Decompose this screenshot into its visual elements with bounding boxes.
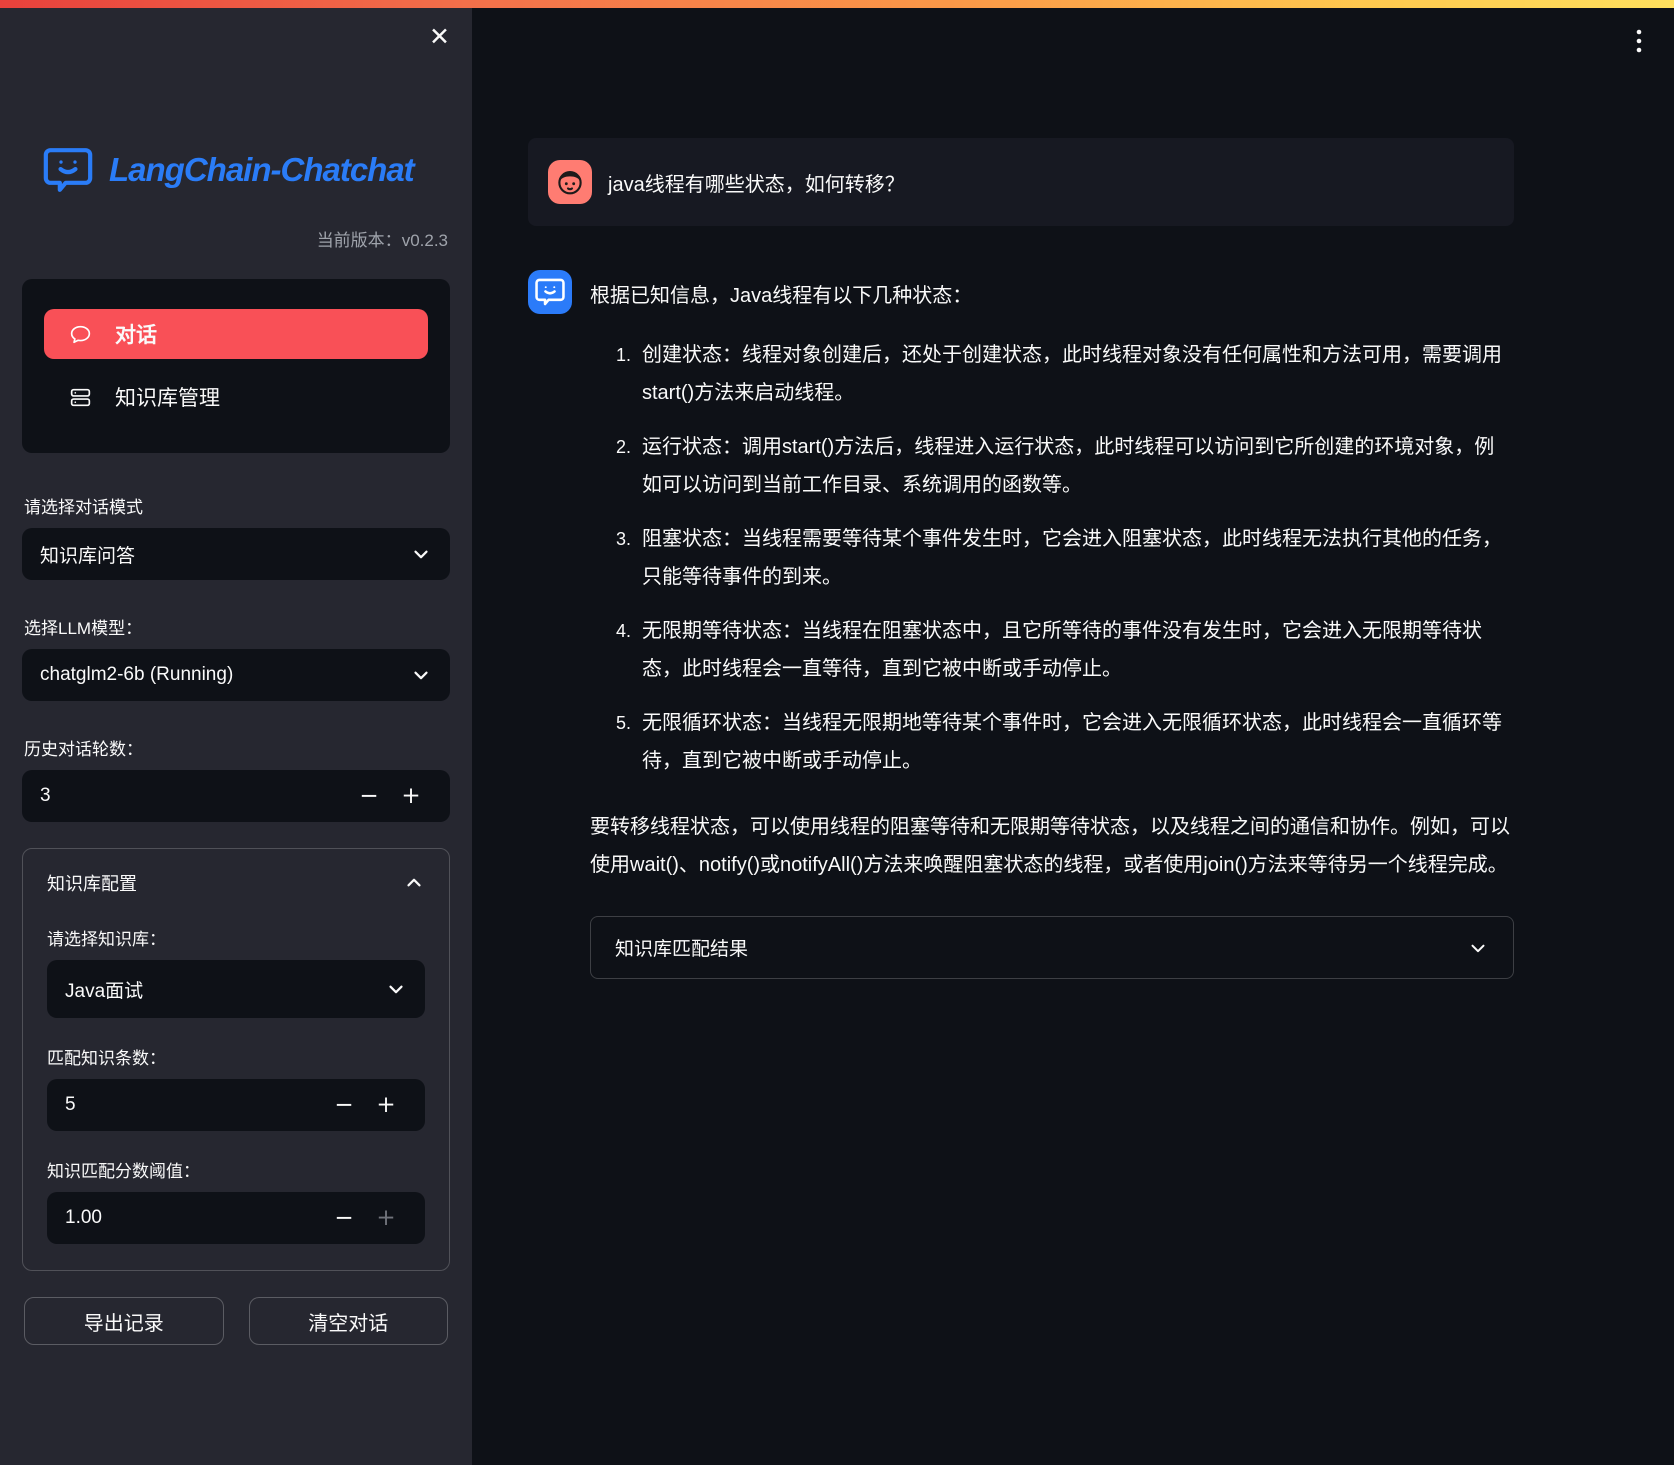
assistant-intro-text: 根据已知信息，Java线程有以下几种状态：	[590, 279, 1514, 308]
assistant-chat-bubble-icon	[533, 275, 567, 309]
kb-match-result-expander[interactable]: 知识库匹配结果	[590, 916, 1514, 979]
kb-config-expander-header[interactable]: 知识库配置	[23, 867, 449, 899]
list-item: 运行状态：调用start()方法后，线程进入运行状态，此时线程可以访问到它所创建…	[636, 428, 1514, 504]
user-avatar	[548, 160, 592, 204]
chat-column: java线程有哪些状态，如何转移？ 根据已知信息，Java线程有以下几种状态： …	[528, 138, 1514, 979]
dialog-mode-select[interactable]: 知识库问答	[22, 528, 450, 580]
kb-select-value: Java面试	[65, 976, 143, 1003]
nav-menu: 对话 知识库管理	[22, 279, 450, 453]
sidebar: ✕ LangChain-Chatchat 当前版本：v0.2.3 对话	[0, 8, 472, 1465]
logo-chat-bubble-icon	[40, 142, 96, 198]
minus-button[interactable]: −	[323, 1092, 365, 1118]
nav-item-kb-management[interactable]: 知识库管理	[44, 379, 428, 415]
assistant-message-body: 根据已知信息，Java线程有以下几种状态： 创建状态：线程对象创建后，还处于创建…	[590, 270, 1514, 979]
chat-message-user: java线程有哪些状态，如何转移？	[528, 138, 1514, 226]
plus-button[interactable]: +	[390, 783, 432, 809]
kb-match-result-label: 知识库匹配结果	[615, 934, 748, 961]
nav-item-label: 知识库管理	[115, 382, 220, 412]
list-item: 无限期等待状态：当线程在阻塞状态中，且它所等待的事件没有发生时，它会进入无限期等…	[636, 612, 1514, 688]
minus-button[interactable]: −	[348, 783, 390, 809]
plus-button[interactable]: +	[365, 1205, 407, 1231]
chat-main: java线程有哪些状态，如何转移？ 根据已知信息，Java线程有以下几种状态： …	[472, 8, 1674, 1465]
clear-dialogue-button[interactable]: 清空对话	[249, 1297, 449, 1345]
kb-select[interactable]: Java面试	[47, 960, 425, 1018]
minus-button[interactable]: −	[323, 1205, 365, 1231]
app-logo: LangChain-Chatchat	[40, 142, 452, 198]
llm-model-label: 选择LLM模型：	[24, 614, 448, 639]
top-k-value[interactable]: 5	[65, 1094, 323, 1116]
user-message-text: java线程有哪些状态，如何转移？	[608, 168, 905, 197]
list-item: 阻塞状态：当线程需要等待某个事件发生时，它会进入阻塞状态，此时线程无法执行其他的…	[636, 520, 1514, 596]
chat-message-assistant: 根据已知信息，Java线程有以下几种状态： 创建状态：线程对象创建后，还处于创建…	[528, 270, 1514, 979]
logo-text: LangChain-Chatchat	[109, 151, 414, 189]
score-threshold-stepper[interactable]: 1.00 − +	[47, 1192, 425, 1244]
assistant-outro-text: 要转移线程状态，可以使用线程的阻塞等待和无限期等待状态，以及线程之间的通信和协作…	[590, 808, 1514, 884]
llm-model-value: chatglm2-6b (Running)	[40, 664, 233, 686]
user-face-icon	[553, 165, 587, 199]
version-label: 当前版本：	[317, 231, 402, 250]
dialog-mode-label: 请选择对话模式	[24, 493, 448, 518]
list-item: 创建状态：线程对象创建后，还处于创建状态，此时线程对象没有任何属性和方法可用，需…	[636, 336, 1514, 412]
kb-select-label: 请选择知识库：	[47, 925, 425, 950]
chat-bubble-icon	[68, 322, 93, 347]
chevron-down-icon	[385, 978, 407, 1000]
chevron-up-icon	[403, 872, 425, 894]
kebab-menu-icon[interactable]	[1626, 24, 1652, 61]
chevron-down-icon	[410, 664, 432, 686]
history-rounds-value[interactable]: 3	[40, 785, 348, 807]
history-rounds-label: 历史对话轮数：	[24, 735, 448, 760]
chevron-down-icon	[410, 543, 432, 565]
chevron-down-icon	[1467, 937, 1489, 959]
version-value: v0.2.3	[402, 231, 448, 250]
score-threshold-value[interactable]: 1.00	[65, 1207, 323, 1229]
export-records-button[interactable]: 导出记录	[24, 1297, 224, 1345]
plus-button[interactable]: +	[365, 1092, 407, 1118]
assistant-avatar	[528, 270, 572, 314]
nav-item-dialogue[interactable]: 对话	[44, 309, 428, 359]
dialog-mode-value: 知识库问答	[40, 541, 135, 568]
kb-config-expander: 知识库配置 请选择知识库： Java面试 匹配知识条数： 5 − + 知识匹配分…	[22, 848, 450, 1271]
list-item: 无限循环状态：当线程无限期地等待某个事件时，它会进入无限循环状态，此时线程会一直…	[636, 704, 1514, 780]
close-icon[interactable]: ✕	[429, 24, 450, 49]
history-rounds-stepper[interactable]: 3 − +	[22, 770, 450, 822]
version-text: 当前版本：v0.2.3	[0, 226, 472, 251]
top-k-stepper[interactable]: 5 − +	[47, 1079, 425, 1131]
score-threshold-label: 知识匹配分数阈值：	[47, 1157, 425, 1182]
top-k-label: 匹配知识条数：	[47, 1044, 425, 1069]
llm-model-select[interactable]: chatglm2-6b (Running)	[22, 649, 450, 701]
kb-config-title: 知识库配置	[47, 870, 137, 896]
database-icon	[68, 385, 93, 410]
decoration-bar	[0, 0, 1674, 8]
assistant-states-list: 创建状态：线程对象创建后，还处于创建状态，此时线程对象没有任何属性和方法可用，需…	[590, 336, 1514, 780]
nav-item-label: 对话	[115, 319, 157, 349]
sidebar-button-row: 导出记录 清空对话	[24, 1297, 448, 1345]
